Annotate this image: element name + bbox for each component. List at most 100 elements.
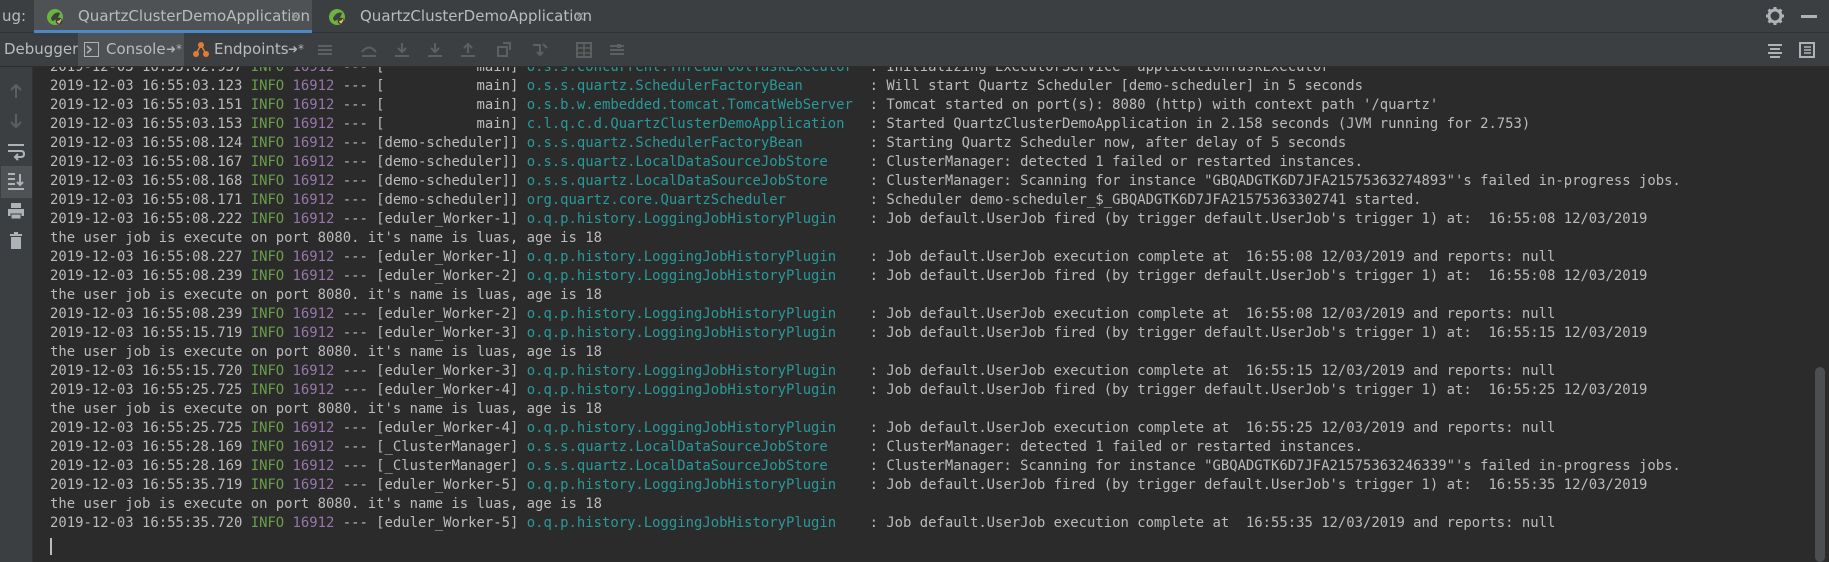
log-pid: 16912 [284,154,335,170]
log-text: the user job is execute on port 8080. it… [50,401,602,417]
console-output[interactable]: 2019-12-03 16:55:02.937 INFO 16912 --- [… [33,67,1809,562]
tab-console[interactable]: Console ➜* [78,33,184,66]
log-timestamp: 2019-12-03 16:55:28.169 [50,458,251,474]
log-message: : Starting Quartz Scheduler now, after d… [861,135,1347,151]
trace-settings-icon[interactable] [608,41,626,59]
log-text: the user job is execute on port 8080. it… [50,230,602,246]
log-level: INFO [250,173,285,189]
log-logger: o.q.p.history.LoggingJobHistoryPlugin [526,363,862,379]
log-timestamp: 2019-12-03 16:55:08.222 [50,211,251,227]
evaluate-expression-icon[interactable] [575,41,593,59]
log-level: INFO [250,78,285,94]
console-label: Console [106,40,166,58]
trash-icon[interactable] [6,231,26,251]
log-logger: o.q.p.history.LoggingJobHistoryPlugin [526,420,862,436]
log-logger: o.s.s.quartz.LocalDataSourceJobStore [526,173,862,189]
minimize-icon[interactable] [1801,15,1817,18]
run-to-cursor-icon[interactable] [531,41,549,59]
log-message: : Job default.UserJob fired (by trigger … [861,268,1648,284]
log-pid: 16912 [284,382,335,398]
debug-toolbar: Debugger Console ➜* Endpoints ➜* [0,33,1829,67]
log-logger: org.quartz.core.QuartzScheduler [526,192,862,208]
log-level: INFO [250,154,285,170]
log-timestamp: 2019-12-03 16:55:15.719 [50,325,251,341]
log-logger: o.s.s.quartz.SchedulerFactoryBean [526,135,862,151]
scroll-to-end-icon[interactable] [6,171,26,191]
log-pid: 16912 [284,325,335,341]
log-text: the user job is execute on port 8080. it… [50,287,602,303]
console-line: 2019-12-03 16:55:08.239 INFO 16912 --- [… [50,267,1647,286]
tab-close-icon[interactable]: × [289,0,302,33]
console-line: 2019-12-03 16:55:15.720 INFO 16912 --- [… [50,362,1555,381]
log-level: INFO [250,192,285,208]
log-pid: 16912 [284,458,335,474]
log-message: : Tomcat started on port(s): 8080 (http)… [861,97,1439,113]
layout-lines-icon[interactable] [1766,41,1784,59]
log-message: : Job default.UserJob fired (by trigger … [861,325,1648,341]
console-line: 2019-12-03 16:55:08.167 INFO 16912 --- [… [50,153,1363,172]
log-message: : Job default.UserJob fired (by trigger … [861,382,1648,398]
log-timestamp: 2019-12-03 16:55:08.168 [50,173,251,189]
menu-lines-icon[interactable] [316,41,334,59]
log-thread: --- [demo-scheduler]] [334,192,527,208]
log-level: INFO [250,439,285,455]
console-line: 2019-12-03 16:55:03.151 INFO 16912 --- [… [50,96,1438,115]
log-thread: --- [eduler_Worker-4] [334,382,527,398]
console-line: 2019-12-03 16:55:35.719 INFO 16912 --- [… [50,476,1647,495]
vertical-scrollbar[interactable] [1811,67,1829,562]
console-line: the user job is execute on port 8080. it… [50,495,602,514]
drop-frame-icon[interactable] [495,41,513,59]
tab-quartz-cluster-demo-2[interactable]: QuartzClusterDemoApplication × [316,0,596,33]
log-text: the user job is execute on port 8080. it… [50,344,602,360]
console-line: 2019-12-03 16:55:28.169 INFO 16912 --- [… [50,438,1363,457]
log-thread: --- [eduler_Worker-5] [334,477,527,493]
log-message: : Job default.UserJob execution complete… [861,306,1556,322]
restore-layout-icon[interactable] [1798,41,1816,59]
log-message: : Will start Quartz Scheduler [demo-sche… [861,78,1364,94]
log-logger: o.q.p.history.LoggingJobHistoryPlugin [526,306,862,322]
tab-debugger[interactable]: Debugger [4,33,78,66]
log-timestamp: 2019-12-03 16:55:03.123 [50,78,251,94]
step-over-icon[interactable] [360,41,378,59]
log-timestamp: 2019-12-03 16:55:03.151 [50,97,251,113]
log-logger: o.q.p.history.LoggingJobHistoryPlugin [526,382,862,398]
log-level: INFO [250,420,285,436]
pin-icon[interactable]: ➜* [166,33,182,66]
scrollbar-thumb[interactable] [1815,367,1825,562]
log-timestamp: 2019-12-03 16:55:28.169 [50,439,251,455]
arrow-up-icon[interactable] [6,81,26,101]
log-thread: --- [eduler_Worker-4] [334,420,527,436]
log-thread: --- [ main] [334,97,527,113]
log-pid: 16912 [284,135,335,151]
step-into-icon[interactable] [393,41,411,59]
text-cursor [50,538,52,555]
log-timestamp: 2019-12-03 16:55:25.725 [50,420,251,436]
log-timestamp: 2019-12-03 16:55:08.227 [50,249,251,265]
log-thread: --- [eduler_Worker-3] [334,325,527,341]
pin-icon[interactable]: ➜* [288,33,304,66]
arrow-down-icon[interactable] [6,111,26,131]
tab-close-icon[interactable]: × [573,0,586,33]
log-timestamp: 2019-12-03 16:55:08.171 [50,192,251,208]
endpoints-icon [193,42,209,57]
log-thread: --- [eduler_Worker-5] [334,515,527,531]
log-thread: --- [ main] [334,67,527,75]
log-message: : ClusterManager: detected 1 failed or r… [861,154,1364,170]
gear-icon[interactable] [1765,6,1785,26]
soft-wrap-icon[interactable] [6,141,26,161]
log-timestamp: 2019-12-03 16:55:03.153 [50,116,251,132]
log-message: : Job default.UserJob fired (by trigger … [861,477,1648,493]
log-logger: o.q.p.history.LoggingJobHistoryPlugin [526,515,862,531]
log-thread: --- [eduler_Worker-1] [334,211,527,227]
log-message: : ClusterManager: Scanning for instance … [861,173,1681,189]
tab-quartz-cluster-demo-1[interactable]: QuartzClusterDemoApplication × [34,0,312,33]
print-icon[interactable] [6,201,26,221]
log-timestamp: 2019-12-03 16:55:25.725 [50,382,251,398]
log-message: : Initializing ExecutorService 'applicat… [861,67,1338,75]
log-pid: 16912 [284,420,335,436]
console-side-toolbar [0,67,33,562]
console-line: 2019-12-03 16:55:25.725 INFO 16912 --- [… [50,419,1555,438]
step-out-icon[interactable] [459,41,477,59]
force-step-into-icon[interactable] [426,41,444,59]
log-level: INFO [250,135,285,151]
